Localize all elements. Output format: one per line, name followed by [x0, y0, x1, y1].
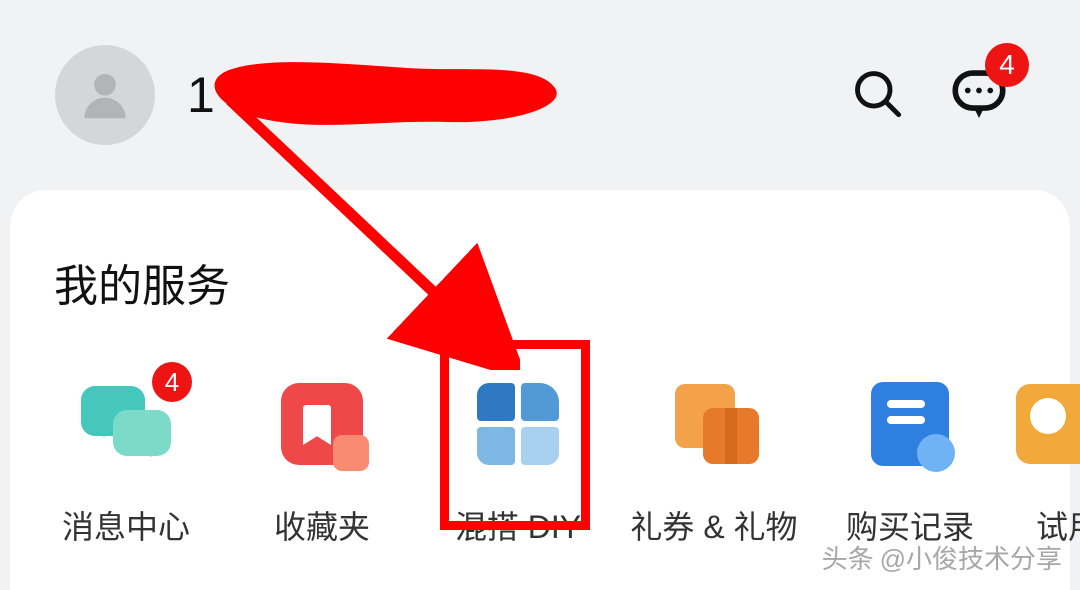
header-actions: 4	[851, 63, 1009, 128]
header: 1 4	[0, 0, 1080, 190]
service-gifts[interactable]: 礼券 & 礼物	[616, 374, 812, 548]
username-redacted[interactable]: 1	[187, 60, 567, 130]
redaction-blob	[207, 60, 567, 130]
message-badge: 4	[152, 362, 192, 402]
purchase-record-icon	[871, 382, 949, 466]
person-icon	[74, 64, 136, 126]
watermark: 头条 @小俊技术分享	[822, 539, 1062, 576]
service-diy[interactable]: 混搭 DIY	[420, 374, 616, 548]
service-row: 4 消息中心 收藏夹 混搭 DIY 礼券 & 礼物 购买记录 试用	[10, 374, 1070, 548]
watermark-handle: @小俊技术分享	[880, 539, 1062, 576]
service-message-center[interactable]: 4 消息中心	[28, 374, 224, 548]
search-icon[interactable]	[851, 67, 903, 124]
gift-icon	[669, 384, 759, 464]
service-favorites[interactable]: 收藏夹	[224, 374, 420, 548]
section-title: 我的服务	[10, 250, 1070, 314]
diy-icon	[477, 383, 559, 465]
watermark-prefix: 头条	[822, 539, 874, 576]
chat-badge: 4	[985, 43, 1029, 87]
avatar[interactable]	[55, 45, 155, 145]
service-label: 礼券 & 礼物	[630, 502, 797, 548]
service-label: 消息中心	[62, 502, 190, 548]
trial-icon	[1016, 384, 1080, 464]
service-label: 混搭 DIY	[455, 502, 581, 548]
message-icon	[81, 386, 171, 462]
services-card: 我的服务 4 消息中心 收藏夹 混搭 DIY 礼券 & 礼物 购买记录	[10, 190, 1070, 590]
service-purchase-record[interactable]: 购买记录	[812, 374, 1008, 548]
chat-button[interactable]: 4	[949, 63, 1009, 128]
service-label: 收藏夹	[274, 502, 370, 548]
favorites-icon	[281, 383, 363, 465]
service-trial[interactable]: 试用	[1008, 374, 1080, 548]
chat-icon	[949, 110, 1009, 127]
